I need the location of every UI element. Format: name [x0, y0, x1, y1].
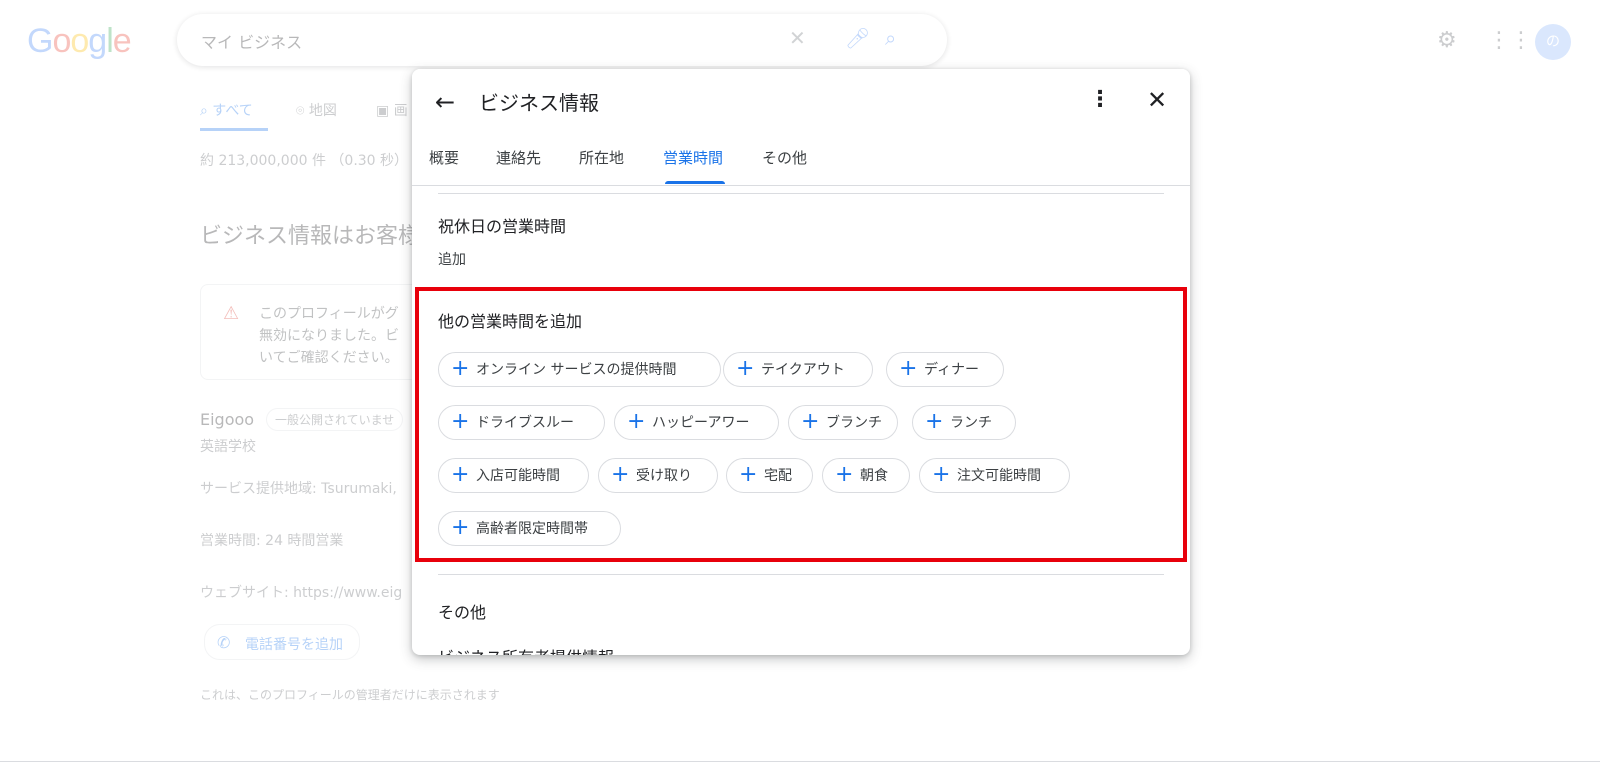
chip-label: ハッピーアワー: [652, 415, 750, 431]
tab-maps[interactable]: ⌾ 地図: [296, 100, 337, 120]
section-divider: [438, 193, 1164, 194]
tab-all[interactable]: ⌕ すべて: [200, 100, 253, 120]
chip-label: 高齢者限定時間帯: [476, 521, 588, 537]
holiday-hours-title: 祝休日の営業時間: [438, 217, 567, 236]
mic-icon[interactable]: 🎤︎: [845, 26, 870, 50]
add-hours-chip[interactable]: + 宅配: [726, 458, 813, 493]
active-tab-indicator: [665, 181, 725, 184]
plus-icon: +: [801, 409, 820, 434]
results-stats: 約 213,000,000 件 （0.30 秒）: [200, 153, 409, 169]
add-hours-chip[interactable]: + テイクアウト: [723, 352, 873, 387]
plus-icon: +: [611, 462, 630, 487]
warning-text: このプロフィールがグ 無効になりました。ビ いてご確認ください。: [259, 306, 399, 366]
chip-label: 注文可能時間: [957, 468, 1041, 484]
tab-hours[interactable]: 営業時間: [663, 147, 723, 168]
add-hours-chip[interactable]: + ランチ: [912, 405, 1016, 440]
chip-label: テイクアウト: [761, 362, 845, 378]
search-icon[interactable]: ⌕: [885, 26, 896, 50]
plus-icon: +: [739, 462, 758, 487]
add-hours-chip[interactable]: + ブランチ: [788, 405, 898, 440]
clear-icon[interactable]: ✕: [789, 26, 806, 50]
add-hours-chip[interactable]: + 朝食: [822, 458, 910, 493]
add-hours-chip[interactable]: + 高齢者限定時間帯: [438, 511, 621, 546]
tab-location[interactable]: 所在地: [579, 147, 624, 168]
warning-card: ⚠ このプロフィールがグ 無効になりました。ビ いてご確認ください。: [200, 284, 430, 380]
business-info-dialog: 祝休日の営業時間 追加 他の営業時間を追加 + オンライン サービスの提供時間 + テ…: [412, 69, 1190, 655]
chip-label: 宅配: [764, 468, 792, 484]
dialog-title: ビジネス情報: [479, 91, 599, 115]
chip-label: ドライブスルー: [476, 415, 574, 431]
settings-icon[interactable]: ⚙: [1437, 28, 1457, 53]
tab-overview[interactable]: 概要: [429, 147, 459, 168]
active-tab-underline: [200, 128, 268, 131]
tab-images[interactable]: ▣ 画: [376, 100, 408, 120]
plus-icon: +: [835, 462, 854, 487]
add-hours-chip[interactable]: + オンライン サービスの提供時間: [438, 352, 721, 387]
chip-label: ディナー: [924, 362, 980, 378]
chip-label: 入店可能時間: [476, 468, 560, 484]
add-hours-chip[interactable]: + 入店可能時間: [438, 458, 589, 493]
service-area: サービス提供地域: Tsurumaki,: [200, 481, 397, 497]
chip-label: オンライン サービスの提供時間: [476, 362, 677, 378]
avatar[interactable]: の: [1535, 24, 1571, 60]
plus-icon: +: [451, 356, 470, 381]
tab-contact[interactable]: 連絡先: [496, 147, 541, 168]
section-divider: [438, 574, 1164, 575]
background-heading: ビジネス情報はお客様: [200, 224, 421, 249]
business-badge: 一般公開されていませ: [266, 408, 404, 431]
plus-icon: +: [451, 462, 470, 487]
more-hours-title: 他の営業時間を追加: [438, 312, 583, 331]
warning-icon: ⚠: [223, 303, 240, 324]
add-phone-label: 電話番号を追加: [245, 637, 343, 653]
business-name: Eigooo: [200, 410, 255, 429]
plus-icon: +: [925, 409, 944, 434]
holiday-hours-add-link[interactable]: 追加: [438, 249, 466, 269]
close-icon[interactable]: ✕: [1142, 85, 1172, 115]
chip-label: ブランチ: [826, 415, 882, 431]
business-hours: 営業時間: 24 時間営業: [200, 533, 344, 549]
owner-info-title: ビジネス所有者提供情報: [438, 644, 614, 655]
plus-icon: +: [451, 515, 470, 540]
footer-note: これは、このプロフィールの管理者だけに表示されます: [200, 688, 500, 702]
plus-icon: +: [451, 409, 470, 434]
add-hours-chip[interactable]: + ディナー: [886, 352, 1004, 387]
add-hours-chip[interactable]: + ドライブスルー: [438, 405, 605, 440]
add-hours-chip[interactable]: + 受け取り: [598, 458, 718, 493]
more-vert-icon[interactable]: ⋮: [1088, 85, 1112, 115]
phone-icon: ✆: [217, 633, 231, 652]
search-query[interactable]: マイ ビジネス: [201, 29, 302, 53]
plus-icon: +: [736, 356, 755, 381]
search-box[interactable]: マイ ビジネス ✕ 🎤︎ ⌕: [177, 14, 947, 66]
dialog-header: ← ビジネス情報 ⋮ ✕ 概要 連絡先 所在地 営業時間 その他: [412, 69, 1190, 186]
back-arrow-icon[interactable]: ←: [430, 87, 460, 117]
add-phone-button[interactable]: ✆ 電話番号を追加: [204, 624, 360, 660]
chip-label: 受け取り: [636, 468, 692, 484]
plus-icon: +: [627, 409, 646, 434]
add-hours-chip[interactable]: + 注文可能時間: [919, 458, 1070, 493]
google-logo[interactable]: Google: [27, 22, 132, 61]
business-category: 英語学校: [200, 439, 256, 455]
plus-icon: +: [899, 356, 918, 381]
plus-icon: +: [932, 462, 951, 487]
other-section-title: その他: [438, 603, 487, 622]
chip-label: ランチ: [950, 415, 992, 431]
chip-label: 朝食: [860, 468, 888, 484]
business-website: ウェブサイト: https://www.eig: [200, 585, 403, 601]
tab-other[interactable]: その他: [762, 147, 807, 168]
add-hours-chip[interactable]: + ハッピーアワー: [614, 405, 779, 440]
bottom-divider: [0, 761, 1600, 762]
